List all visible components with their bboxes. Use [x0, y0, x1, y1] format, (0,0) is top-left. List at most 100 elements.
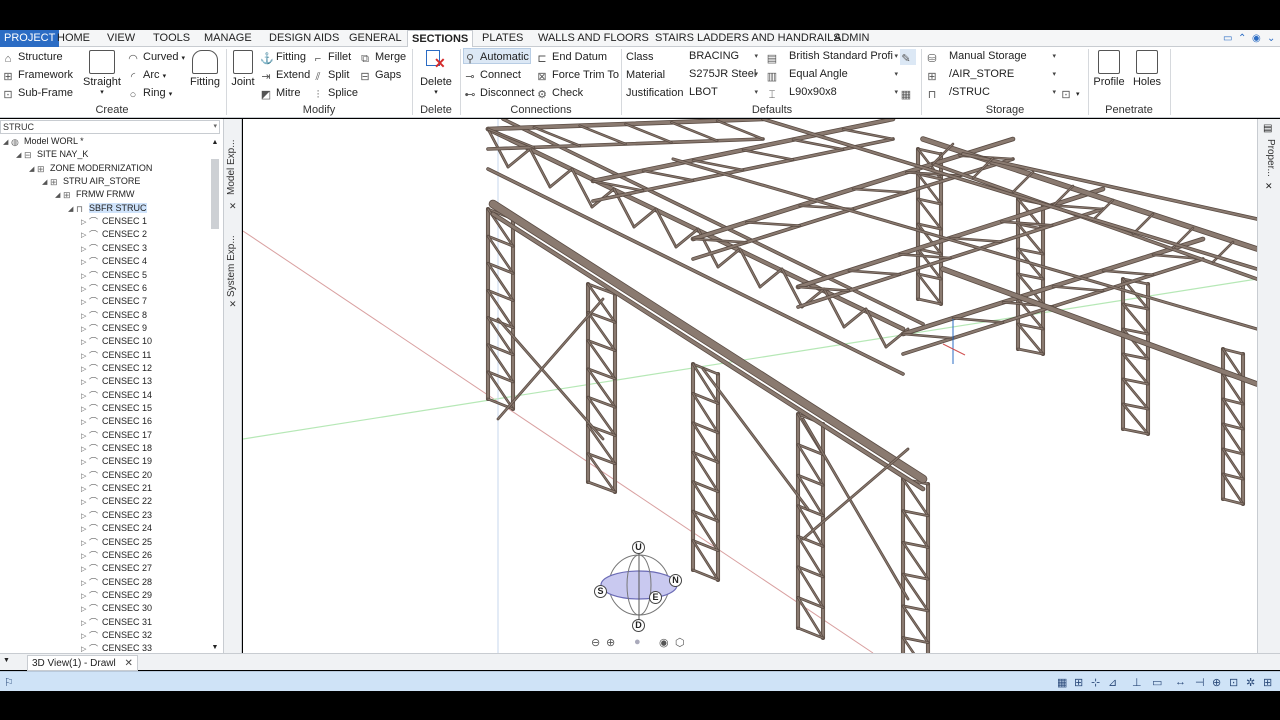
expand-toggle-icon[interactable]: ▷ — [81, 216, 89, 229]
help-icon[interactable]: ◉ — [1252, 33, 1261, 44]
tree-item-section[interactable]: ▷ ⌒ CENSEC 9 — [81, 322, 147, 335]
steel-member[interactable] — [843, 308, 867, 328]
view-up-button[interactable]: U — [632, 541, 645, 554]
tree-item-section[interactable]: ▷ ⌒ CENSEC 14 — [81, 389, 152, 402]
expand-toggle-icon[interactable]: ◢ — [16, 149, 24, 162]
tab-view[interactable]: VIEW — [103, 30, 139, 47]
tab-model-explorer[interactable]: Model Exp... — [226, 123, 240, 195]
snap-mid-icon[interactable]: ⊿ — [1108, 676, 1117, 689]
tree-item-section[interactable]: ▷ ⌒ CENSEC 1 — [81, 215, 147, 228]
snap-end-icon[interactable]: ⊹ — [1091, 676, 1100, 689]
tab-walls-and-floors[interactable]: WALLS AND FLOORS — [534, 30, 653, 47]
tab-sections[interactable]: SECTIONS — [407, 30, 474, 48]
view-south-button[interactable]: S — [594, 585, 607, 598]
expand-toggle-icon[interactable]: ▷ — [81, 577, 89, 590]
steel-member[interactable] — [742, 149, 794, 161]
tree-item-stru[interactable]: ◢ ⊞ STRU AIR_STORE — [42, 175, 140, 188]
close-icon[interactable]: ✕ — [1265, 181, 1273, 192]
curved-button[interactable]: ◠ Curved ▾ — [127, 49, 185, 65]
scroll-thumb[interactable] — [211, 159, 219, 229]
expand-toggle-icon[interactable]: ▷ — [81, 456, 89, 469]
tree-item-globe[interactable]: ◢ ◍ Model WORL * — [3, 135, 84, 148]
tree-item-section[interactable]: ▷ ⌒ CENSEC 15 — [81, 402, 152, 415]
expand-toggle-icon[interactable]: ▷ — [81, 256, 89, 269]
constraint-icon[interactable]: ✲ — [1246, 676, 1255, 689]
steel-member[interactable] — [642, 170, 694, 181]
split-button[interactable]: ⫽ Split — [312, 67, 350, 83]
steel-member[interactable] — [1102, 270, 1154, 276]
doc-tab-3d-view[interactable]: 3D View(1) - Drawl ✕ — [27, 655, 138, 671]
subframe-button[interactable]: ⊡ Sub-Frame — [2, 85, 73, 101]
material-combo[interactable]: S275JR Steel ▾ — [686, 67, 760, 82]
ribbon-dropdown-icon[interactable]: ⌄ — [1267, 33, 1275, 44]
expand-toggle-icon[interactable]: ▷ — [81, 416, 89, 429]
gaps-button[interactable]: ⊟ Gaps — [359, 67, 401, 83]
joint-button[interactable]: Joint — [229, 50, 257, 88]
expand-toggle-icon[interactable]: ▷ — [81, 643, 89, 653]
tree-item-section[interactable]: ▷ ⌒ CENSEC 20 — [81, 469, 152, 482]
tree-item-section[interactable]: ▷ ⌒ CENSEC 17 — [81, 429, 152, 442]
lock-storage-button[interactable]: ⊡ ▾ — [1060, 85, 1079, 101]
properties-icon[interactable]: ▤ — [1263, 123, 1272, 134]
tree-item-section[interactable]: ▷ ⌒ CENSEC 8 — [81, 309, 147, 322]
tree-item-section[interactable]: ▷ ⌒ CENSEC 22 — [81, 495, 152, 508]
steel-member[interactable] — [902, 333, 954, 339]
tab-properties[interactable]: Proper... — [1262, 139, 1276, 183]
snap-grid-icon[interactable]: ▦ — [1057, 676, 1067, 689]
doc-menu-icon[interactable]: ▼ — [3, 657, 10, 664]
explorer-filter-combo[interactable]: STRUC ▾ — [0, 120, 220, 134]
extend-button[interactable]: ⇥ Extend — [260, 67, 310, 83]
view-down-button[interactable]: D — [632, 619, 645, 632]
expand-toggle-icon[interactable]: ▷ — [81, 563, 89, 576]
holes-button[interactable]: Holes — [1130, 50, 1164, 88]
tree-item-section[interactable]: ▷ ⌒ CENSEC 12 — [81, 362, 152, 375]
steel-member[interactable] — [625, 123, 672, 143]
tab-manage[interactable]: MANAGE — [200, 30, 256, 47]
expand-toggle-icon[interactable]: ▷ — [81, 390, 89, 403]
steel-structure-model[interactable] — [243, 119, 1257, 653]
tree-item-section[interactable]: ▷ ⌒ CENSEC 30 — [81, 602, 152, 615]
expand-toggle-icon[interactable]: ▷ — [81, 430, 89, 443]
3d-viewport[interactable]: U N S E D ⊖ ⊕ ● ◉ ⬡ — [243, 119, 1257, 653]
tab-design-aids[interactable]: DESIGN AIDS — [265, 30, 343, 47]
flag-icon[interactable]: ⚐ — [4, 676, 14, 689]
tree-item-section[interactable]: ▷ ⌒ CENSEC 31 — [81, 616, 152, 629]
steel-member[interactable] — [962, 153, 1257, 220]
tree-item-section[interactable]: ▷ ⌒ CENSEC 11 — [81, 349, 151, 362]
expand-toggle-icon[interactable]: ▷ — [81, 470, 89, 483]
expand-toggle-icon[interactable]: ▷ — [81, 283, 89, 296]
expand-toggle-icon[interactable]: ▷ — [81, 310, 89, 323]
force-trim-button[interactable]: ⊠ Force Trim To — [536, 67, 619, 83]
steel-member[interactable] — [1052, 286, 1104, 292]
profile-size-combo[interactable]: L90x90x8 ▾ — [786, 85, 900, 100]
merge-button[interactable]: ⧉ Merge — [359, 49, 406, 65]
tree-item-site[interactable]: ◢ ⊟ SITE NAY_K — [16, 148, 88, 161]
automatic-toggle[interactable]: ⚲ Automatic — [463, 48, 531, 65]
expand-toggle-icon[interactable]: ▷ — [81, 523, 89, 536]
settings-icon[interactable]: ⊞ — [1263, 676, 1272, 689]
expand-toggle-icon[interactable]: ▷ — [81, 336, 89, 349]
storage-mode-combo[interactable]: Manual Storage ▾ — [946, 49, 1058, 64]
tree-item-section[interactable]: ▷ ⌒ CENSEC 19 — [81, 455, 152, 468]
profile-type-combo[interactable]: Equal Angle ▾ — [786, 67, 900, 82]
expand-toggle-icon[interactable]: ▷ — [81, 443, 89, 456]
steel-member[interactable] — [549, 168, 573, 188]
tree-item-section[interactable]: ▷ ⌒ CENSEC 25 — [81, 536, 152, 549]
straight-button[interactable]: Straight ▾ — [80, 50, 124, 96]
disconnect-button[interactable]: ⊷ Disconnect — [464, 85, 535, 101]
expand-toggle-icon[interactable]: ▷ — [81, 323, 89, 336]
expand-toggle-icon[interactable]: ▷ — [81, 617, 89, 630]
ribbon-up-icon[interactable]: ⌃ — [1238, 33, 1246, 44]
expand-toggle-icon[interactable]: ▷ — [81, 376, 89, 389]
view-north-button[interactable]: N — [669, 574, 682, 587]
penetrate-profile-button[interactable]: Profile — [1092, 50, 1126, 88]
expand-toggle-icon[interactable]: ▷ — [81, 229, 89, 242]
justification-combo[interactable]: LBOT ▾ — [686, 85, 760, 100]
steel-member[interactable] — [1012, 171, 1034, 193]
plane-icon[interactable]: ⊡ — [1229, 676, 1238, 689]
steel-member[interactable] — [759, 268, 783, 288]
tree-item-section[interactable]: ▷ ⌒ CENSEC 2 — [81, 228, 147, 241]
tree-item-section[interactable]: ▷ ⌒ CENSEC 4 — [81, 255, 147, 268]
tree-item-zone[interactable]: ◢ ⊞ ZONE MODERNIZATION — [29, 162, 152, 175]
snap-perp-icon[interactable]: ⊥ — [1132, 676, 1142, 689]
